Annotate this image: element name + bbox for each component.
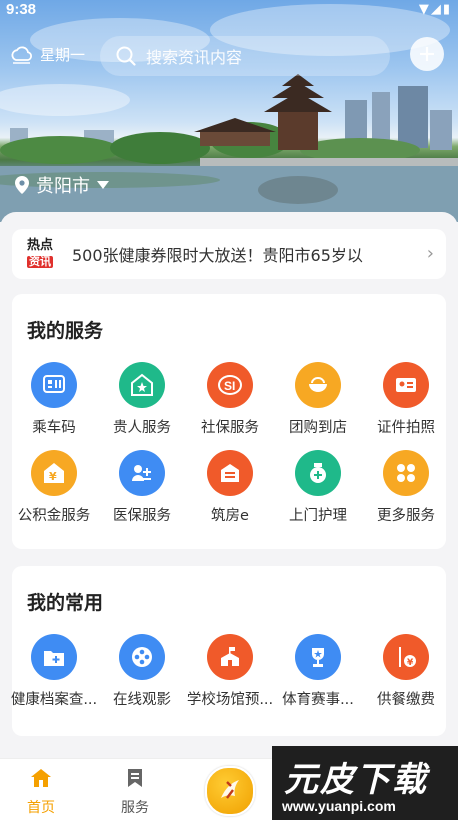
building-icon	[207, 450, 253, 496]
status-time: 9:38	[6, 1, 37, 18]
service-provident-fund[interactable]: ¥ 公积金服务	[10, 450, 98, 525]
star-house-icon	[119, 362, 165, 408]
medical-icon	[119, 450, 165, 496]
common-school-venue[interactable]: 学校场馆预...	[186, 634, 274, 709]
common-online-movie[interactable]: 在线观影	[98, 634, 186, 709]
fund-house-icon: ¥	[31, 450, 77, 496]
search-placeholder: 搜索资讯内容	[146, 48, 243, 67]
city-name: 贵阳市	[36, 176, 90, 197]
common-label: 在线观影	[113, 692, 171, 708]
badge-bottom-text: 资讯	[27, 255, 53, 269]
news-headline[interactable]: 500张健康券限时大放送！贵阳市65岁以	[72, 242, 402, 266]
service-group-buy[interactable]: 团购到店	[274, 362, 362, 437]
status-icons: ▼◢▮	[419, 2, 452, 17]
nav-home-label: 首页	[27, 800, 55, 816]
service-label: 公积金服务	[17, 508, 91, 524]
school-venue-icon	[207, 634, 253, 680]
social-security-icon: SI	[207, 362, 253, 408]
meal-pay-icon: ¥	[383, 634, 429, 680]
hot-news-badge: 热点 资讯	[24, 239, 56, 269]
add-button[interactable]	[410, 37, 444, 71]
svg-text:¥: ¥	[49, 470, 57, 483]
brand-logo-icon	[221, 780, 239, 799]
location-pin-icon	[15, 176, 29, 194]
center-logo-button[interactable]	[205, 766, 255, 816]
my-common-title: 我的常用	[27, 592, 104, 614]
service-more[interactable]: 更多服务	[362, 450, 450, 525]
service-label: 筑房e	[211, 508, 249, 524]
service-home-nursing[interactable]: 上门护理	[274, 450, 362, 525]
bookmark-icon	[128, 769, 142, 787]
service-social-security[interactable]: SI 社保服务	[186, 362, 274, 437]
search-icon	[116, 46, 136, 66]
common-health-record[interactable]: 健康档案查...	[10, 634, 98, 709]
common-meal-payment[interactable]: ¥ 供餐缴费	[362, 634, 450, 709]
service-bus-code[interactable]: 乘车码	[10, 362, 98, 437]
signal-icon: ◢	[430, 2, 443, 17]
service-label: 乘车码	[32, 420, 76, 436]
service-label: 团购到店	[289, 420, 347, 436]
search-box[interactable]: 搜索资讯内容	[100, 36, 390, 76]
id-card-icon	[383, 362, 429, 408]
bus-code-icon	[31, 362, 77, 408]
common-label: 体育赛事...	[282, 692, 354, 708]
nav-service-label: 服务	[121, 800, 149, 816]
cloud-icon	[11, 45, 32, 64]
plus-icon	[420, 47, 434, 61]
city-selector[interactable]: 贵阳市	[14, 172, 110, 198]
watermark-url: www.yuanpi.com	[282, 798, 396, 814]
service-id-photo[interactable]: 证件拍照	[362, 362, 450, 437]
common-sports-events[interactable]: 体育赛事...	[274, 634, 362, 709]
svg-text:SI: SI	[224, 379, 235, 393]
service-label: 医保服务	[113, 508, 171, 524]
status-bar: 9:38 ▼◢▮	[0, 0, 458, 22]
weather-day: 星期一	[40, 46, 86, 64]
watermark-title: 元皮下载	[284, 760, 428, 800]
home-icon	[31, 769, 51, 787]
trophy-icon	[295, 634, 341, 680]
my-services-title: 我的服务	[27, 320, 104, 342]
service-medical-insurance[interactable]: 医保服务	[98, 450, 186, 525]
weather-widget[interactable]: 星期一	[10, 44, 85, 65]
wifi-icon: ▼	[418, 2, 431, 17]
hot-news-ticker[interactable]: 热点 资讯 500张健康券限时大放送！贵阳市65岁以 ›	[12, 229, 446, 279]
svg-text:¥: ¥	[407, 658, 414, 668]
my-common-card: 我的常用 健康档案查... 在线观影 学校场馆预... 体育赛事... ¥ 供餐…	[10, 566, 446, 736]
service-zhufang[interactable]: 筑房e	[186, 450, 274, 525]
badge-top-text: 热点	[26, 237, 53, 253]
dropdown-arrow-icon	[97, 181, 109, 189]
watermark-overlay: 元皮下载 www.yuanpi.com	[272, 746, 458, 820]
more-grid-icon	[383, 450, 429, 496]
common-label: 供餐缴费	[377, 692, 435, 708]
bowl-icon	[295, 362, 341, 408]
nursing-icon	[295, 450, 341, 496]
nav-home[interactable]: 首页	[6, 767, 76, 817]
battery-icon: ▮	[442, 2, 452, 17]
service-label: 更多服务	[377, 508, 435, 524]
service-label: 上门护理	[289, 508, 347, 524]
common-label: 健康档案查...	[10, 692, 98, 708]
health-folder-icon	[31, 634, 77, 680]
service-label: 贵人服务	[113, 420, 171, 436]
service-label: 证件拍照	[377, 420, 435, 436]
service-guiren[interactable]: 贵人服务	[98, 362, 186, 437]
service-label: 社保服务	[201, 420, 259, 436]
chevron-right-icon[interactable]: ›	[427, 243, 434, 264]
nav-service[interactable]: 服务	[100, 767, 170, 817]
film-reel-icon	[119, 634, 165, 680]
my-services-card: 我的服务 乘车码 贵人服务 SI 社保服务 团购到店 证件拍照 ¥ 公积金服务	[12, 294, 446, 549]
common-label: 学校场馆预...	[186, 692, 274, 708]
